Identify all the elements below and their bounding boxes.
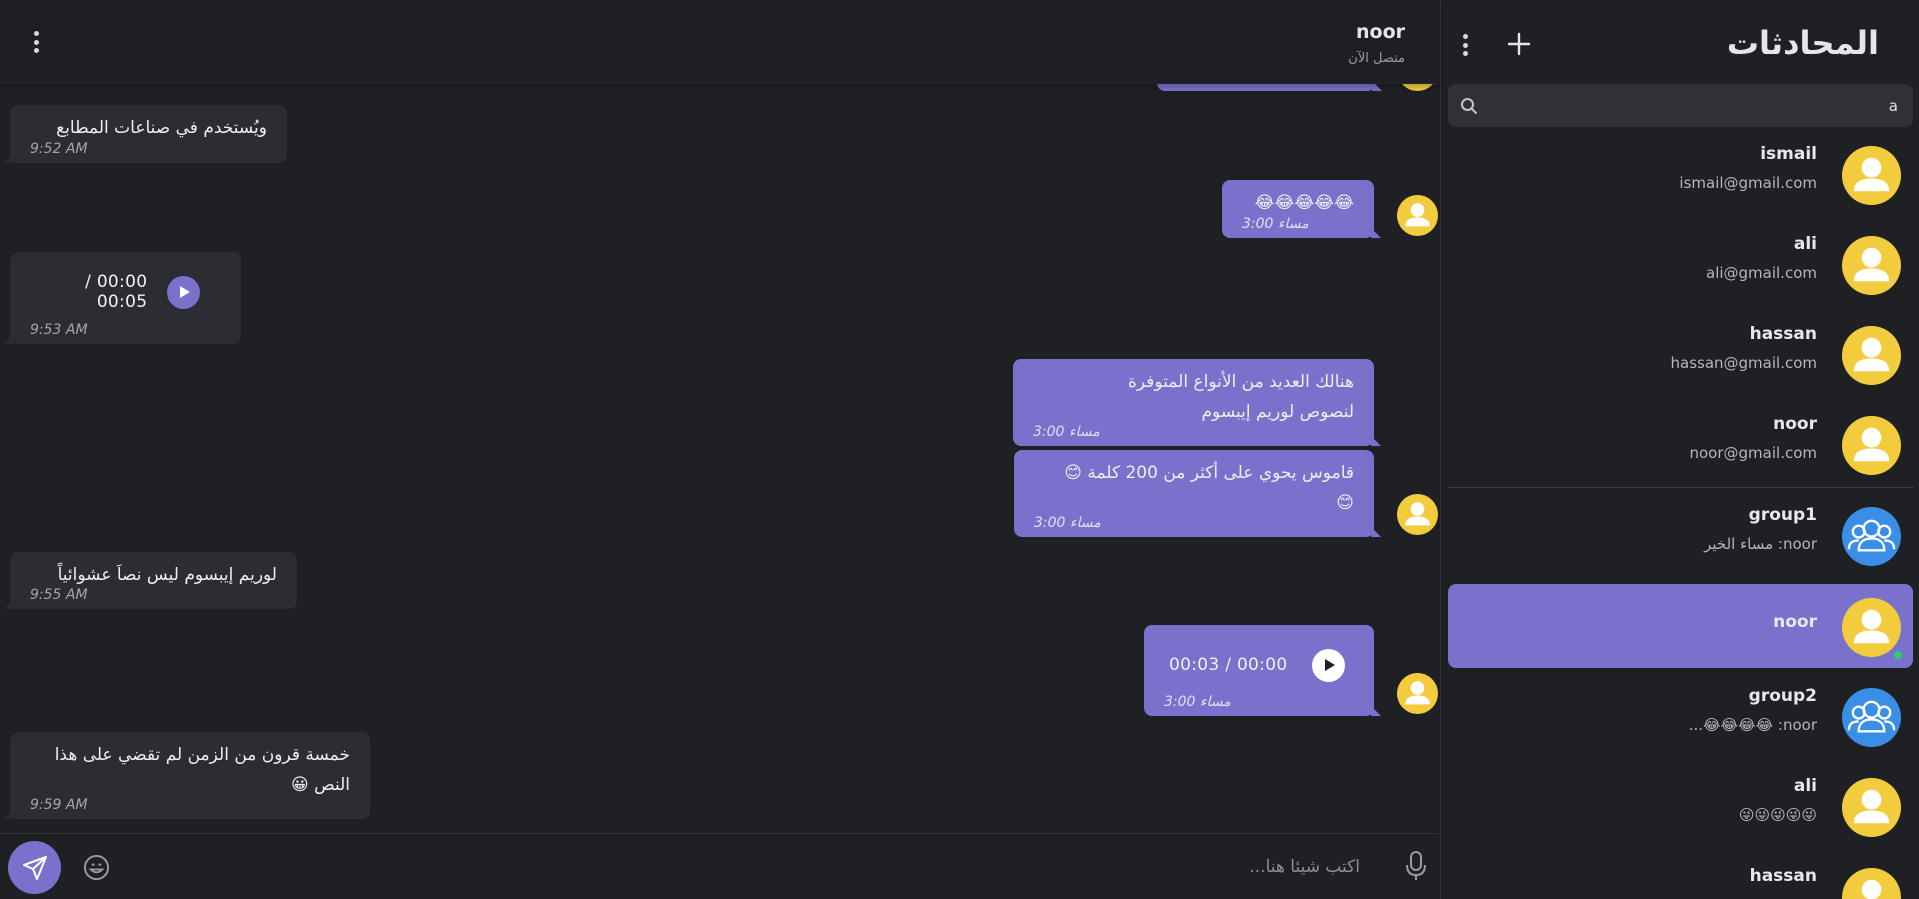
contact-item[interactable]: ismail ismail@gmail.com xyxy=(1448,132,1913,216)
divider xyxy=(1448,487,1913,488)
conversation-item-hassan[interactable]: hassan xyxy=(1448,854,1913,899)
send-icon xyxy=(22,855,47,880)
preview-sender: noor xyxy=(1782,716,1817,734)
conversation-item-group2[interactable]: group2 noor: 😂😂😂😂... xyxy=(1448,674,1913,758)
message-list[interactable]: ويُستخدم في صناعات المطابع 9:52 AM 😂😂😂😂😂… xyxy=(0,0,1439,832)
group-avatar xyxy=(1842,688,1901,747)
avatar xyxy=(1842,598,1901,657)
message-bubble-outgoing: 😂😂😂😂😂 3:00 مساء xyxy=(1222,180,1381,238)
conversation-name: group1 xyxy=(1748,505,1817,525)
message-time: 9:59 AM xyxy=(30,797,88,813)
send-button[interactable] xyxy=(8,841,61,894)
conversation-name: noor xyxy=(1773,612,1817,632)
audio-player: 00:00 / 00:05 xyxy=(30,266,200,318)
conversations-sidebar: المحادثات ismail ismail@gmail.com ali al… xyxy=(1440,0,1919,899)
contact-item[interactable]: ali ali@gmail.com xyxy=(1448,222,1913,306)
message-text: 😂😂😂😂😂 xyxy=(1254,193,1354,213)
chat-contact-status: متصل الآن xyxy=(1348,51,1405,66)
contact-name: hassan xyxy=(1749,324,1817,344)
message-text: ويُستخدم في صناعات المطابع xyxy=(56,118,267,138)
avatar xyxy=(1842,778,1901,837)
audio-duration: 00:00 / 00:05 xyxy=(85,272,148,312)
conversation-name: group2 xyxy=(1748,686,1817,706)
message-text-line: هنالك العديد من الأنواع المتوفرة xyxy=(1128,372,1354,392)
conversation-name: ali xyxy=(1793,776,1817,796)
audio-message-outgoing: 00:00 / 00:03 3:00 مساء xyxy=(1144,625,1381,716)
message-input[interactable] xyxy=(130,848,1360,886)
contact-email: ali@gmail.com xyxy=(1706,264,1817,282)
contact-email: noor@gmail.com xyxy=(1689,444,1818,462)
contact-item[interactable]: hassan hassan@gmail.com xyxy=(1448,312,1913,396)
message-bubble-incoming: ويُستخدم في صناعات المطابع 9:52 AM xyxy=(4,105,287,163)
message-time: 3:00 مساء xyxy=(1242,216,1309,232)
message-bubble-incoming: خمسة قرون من الزمن لم تقضي على هذا النص … xyxy=(4,732,370,819)
contact-name: noor xyxy=(1773,414,1817,434)
avatar xyxy=(1842,236,1901,295)
audio-message-incoming: 00:00 / 00:05 9:53 AM xyxy=(4,252,241,344)
contact-item[interactable]: noor noor@gmail.com xyxy=(1448,402,1913,486)
contact-email: hassan@gmail.com xyxy=(1670,354,1818,372)
conversation-item-ali[interactable]: ali 😜😜😜😜😜 xyxy=(1448,764,1913,848)
chat-header: noor متصل الآن xyxy=(0,0,1439,84)
message-composer xyxy=(0,833,1439,899)
chat-panel: ويُستخدم في صناعات المطابع 9:52 AM 😂😂😂😂😂… xyxy=(0,0,1439,899)
avatar xyxy=(1397,673,1438,714)
conversation-name: hassan xyxy=(1749,866,1817,886)
conversation-preview: 😜😜😜😜😜 xyxy=(1738,806,1817,824)
preview-sender: noor xyxy=(1782,535,1817,553)
chat-contact-name: noor xyxy=(1355,21,1405,43)
kebab-menu-icon[interactable] xyxy=(1455,30,1475,60)
message-bubble-outgoing: هنالك العديد من الأنواع المتوفرة لنصوص ل… xyxy=(1013,359,1381,446)
message-time: 3:00 مساء xyxy=(1034,515,1101,531)
plus-icon[interactable] xyxy=(1507,32,1531,56)
message-text-line: النص 😀 xyxy=(291,775,350,795)
message-time: 3:00 مساء xyxy=(1164,694,1231,710)
online-indicator xyxy=(1892,649,1904,661)
conversation-item-group1[interactable]: group1 noor: مساء الخير xyxy=(1448,493,1913,577)
preview-text: مساء الخير xyxy=(1704,535,1774,553)
message-time: 9:52 AM xyxy=(30,141,88,157)
avatar xyxy=(1842,326,1901,385)
emoji-icon[interactable] xyxy=(83,854,110,881)
message-text-line: قاموس يحوي على أكثر من 200 كلمة 😊 xyxy=(1064,463,1354,483)
contact-name: ali xyxy=(1793,234,1817,254)
play-icon[interactable] xyxy=(167,275,200,309)
play-icon[interactable] xyxy=(1312,648,1345,682)
conversation-preview: noor: 😂😂😂😂... xyxy=(1688,716,1817,734)
avatar xyxy=(1397,494,1438,535)
search-icon xyxy=(1461,98,1477,114)
search-box xyxy=(1448,84,1913,127)
conversation-item-noor[interactable]: noor xyxy=(1448,584,1913,668)
avatar xyxy=(1842,146,1901,205)
message-text-line: 😊 xyxy=(1336,493,1354,513)
message-bubble-outgoing: قاموس يحوي على أكثر من 200 كلمة 😊 😊 3:00… xyxy=(1014,450,1381,537)
preview-text: 😂😂😂😂... xyxy=(1688,716,1774,734)
contact-email: ismail@gmail.com xyxy=(1679,174,1817,192)
message-text-line: خمسة قرون من الزمن لم تقضي على هذا xyxy=(54,745,350,765)
message-time: 9:55 AM xyxy=(30,587,88,603)
message-text-line: لنصوص لوريم إيبسوم xyxy=(1201,402,1354,422)
group-avatar xyxy=(1842,507,1901,566)
audio-player: 00:00 / 00:03 xyxy=(1169,639,1345,691)
microphone-icon[interactable] xyxy=(1404,850,1428,882)
avatar xyxy=(1397,195,1438,236)
message-text: لوريم إيبسوم ليس نصاَ عشوائياً xyxy=(57,565,277,585)
kebab-menu-icon[interactable] xyxy=(26,27,46,57)
contact-name: ismail xyxy=(1760,144,1817,164)
page-title: المحادثات xyxy=(1726,24,1879,62)
message-time: 9:53 AM xyxy=(30,322,88,338)
message-bubble-incoming: لوريم إيبسوم ليس نصاَ عشوائياً 9:55 AM xyxy=(4,552,297,609)
avatar xyxy=(1842,416,1901,475)
search-input[interactable] xyxy=(1488,84,1898,127)
avatar xyxy=(1842,868,1901,899)
conversation-preview: noor: مساء الخير xyxy=(1704,535,1817,553)
message-time: 3:00 مساء xyxy=(1033,424,1100,440)
audio-duration: 00:00 / 00:03 xyxy=(1169,655,1288,675)
